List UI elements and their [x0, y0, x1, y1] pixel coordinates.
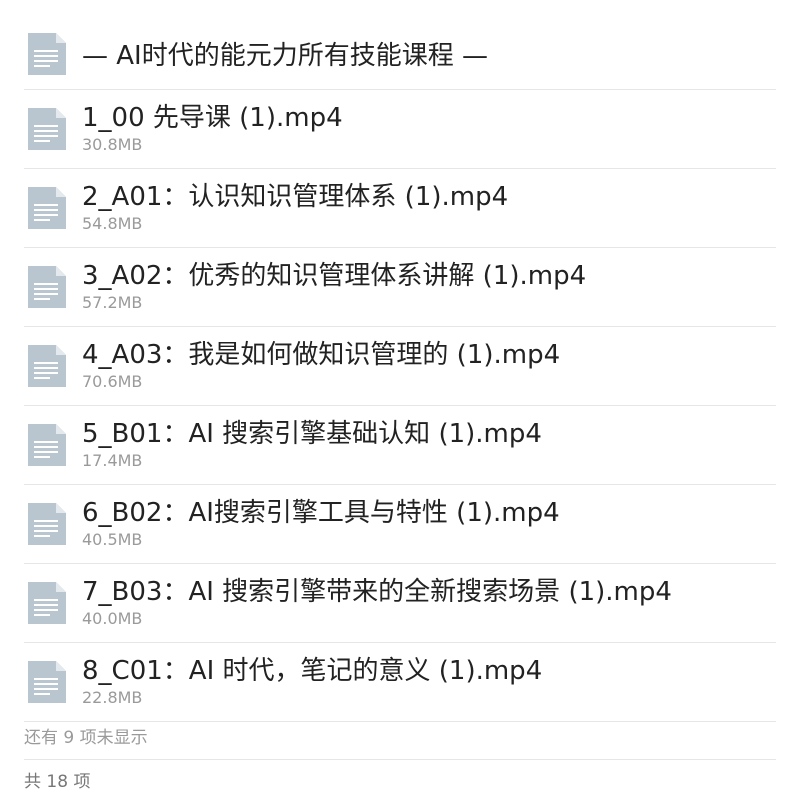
document-icon	[28, 424, 66, 466]
file-row[interactable]: 1_00 先导课 (1).mp4 30.8MB	[24, 90, 776, 169]
file-name: 3_A02：优秀的知识管理体系讲解 (1).mp4	[82, 261, 587, 291]
document-icon	[28, 582, 66, 624]
file-row[interactable]: 7_B03：AI 搜索引擎带来的全新搜索场景 (1).mp4 40.0MB	[24, 564, 776, 643]
file-size: 40.5MB	[82, 530, 143, 549]
file-text: 6_B02：AI搜索引擎工具与特性 (1).mp4 40.5MB	[82, 498, 560, 550]
file-row[interactable]: 5_B01：AI 搜索引擎基础认知 (1).mp4 17.4MB	[24, 406, 776, 485]
folder-title: — AI时代的能元力所有技能课程 —	[82, 41, 488, 71]
document-icon	[28, 187, 66, 229]
file-name: 4_A03：我是如何做知识管理的 (1).mp4	[82, 340, 561, 370]
document-icon	[28, 32, 66, 75]
hidden-items-note[interactable]: 还有 9 项未显示	[24, 722, 776, 760]
file-size: 17.4MB	[82, 451, 143, 470]
document-icon	[28, 503, 66, 545]
document-icon	[28, 266, 66, 308]
file-text: 2_A01：认识知识管理体系 (1).mp4 54.8MB	[82, 182, 508, 234]
file-size: 30.8MB	[82, 135, 143, 154]
file-name: 8_C01：AI 时代，笔记的意义 (1).mp4	[82, 656, 543, 686]
document-icon	[28, 345, 66, 387]
file-name: 6_B02：AI搜索引擎工具与特性 (1).mp4	[82, 498, 560, 528]
file-size: 54.8MB	[82, 214, 143, 233]
file-list: — AI时代的能元力所有技能课程 — 1_00 先导课 (1).mp4 30.8…	[24, 18, 776, 804]
file-size: 40.0MB	[82, 609, 143, 628]
file-row[interactable]: 2_A01：认识知识管理体系 (1).mp4 54.8MB	[24, 169, 776, 248]
file-row[interactable]: 3_A02：优秀的知识管理体系讲解 (1).mp4 57.2MB	[24, 248, 776, 327]
file-row[interactable]: 4_A03：我是如何做知识管理的 (1).mp4 70.6MB	[24, 327, 776, 406]
file-text: 8_C01：AI 时代，笔记的意义 (1).mp4 22.8MB	[82, 656, 542, 708]
file-size: 57.2MB	[82, 293, 143, 312]
folder-header[interactable]: — AI时代的能元力所有技能课程 —	[24, 18, 776, 90]
file-size: 70.6MB	[82, 372, 143, 391]
file-name: 2_A01：认识知识管理体系 (1).mp4	[82, 182, 509, 212]
file-size: 22.8MB	[82, 688, 143, 707]
file-text: 1_00 先导课 (1).mp4 30.8MB	[82, 103, 343, 155]
file-name: 1_00 先导课 (1).mp4	[82, 103, 343, 133]
file-row[interactable]: 6_B02：AI搜索引擎工具与特性 (1).mp4 40.5MB	[24, 485, 776, 564]
total-count: 共 18 项	[24, 772, 91, 792]
file-row[interactable]: 8_C01：AI 时代，笔记的意义 (1).mp4 22.8MB	[24, 643, 776, 722]
file-text: 5_B01：AI 搜索引擎基础认知 (1).mp4 17.4MB	[82, 419, 542, 471]
file-text: 3_A02：优秀的知识管理体系讲解 (1).mp4 57.2MB	[82, 261, 586, 313]
file-text: 4_A03：我是如何做知识管理的 (1).mp4 70.6MB	[82, 340, 560, 392]
file-name: 5_B01：AI 搜索引擎基础认知 (1).mp4	[82, 419, 542, 449]
file-name: 7_B03：AI 搜索引擎带来的全新搜索场景 (1).mp4	[82, 577, 672, 607]
file-text: 7_B03：AI 搜索引擎带来的全新搜索场景 (1).mp4 40.0MB	[82, 577, 672, 629]
document-icon	[28, 661, 66, 703]
document-icon	[28, 108, 66, 150]
